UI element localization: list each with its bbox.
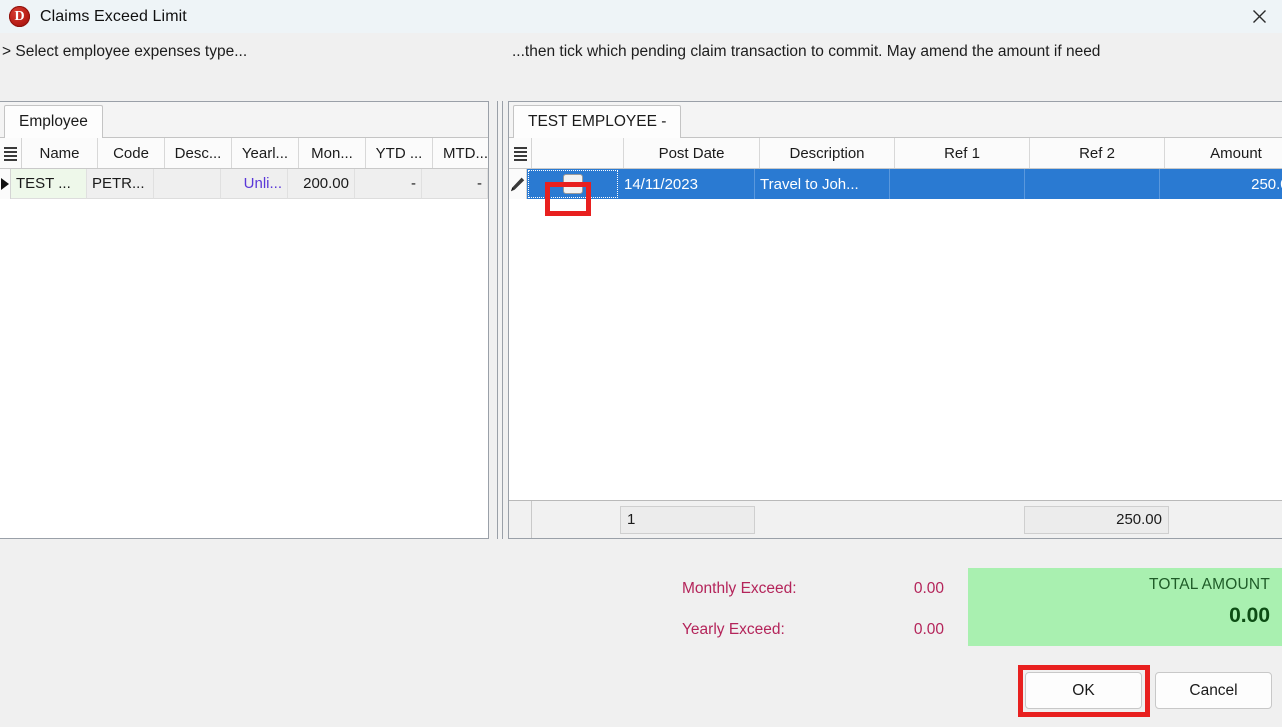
close-icon (1252, 10, 1266, 23)
total-amount-value: 0.00 (1229, 604, 1270, 627)
cell-code[interactable]: PETR... (87, 169, 154, 199)
cell-description[interactable]: Travel to Joh... (755, 169, 890, 199)
window-title: Claims Exceed Limit (40, 7, 187, 25)
cancel-button[interactable]: Cancel (1155, 672, 1272, 709)
cancel-button-label: Cancel (1189, 681, 1238, 699)
column-chooser-icon (4, 146, 17, 161)
table-row[interactable]: 14/11/2023 Travel to Joh... 250.00 (509, 169, 1282, 199)
total-amount-box: TOTAL AMOUNT 0.00 (968, 568, 1282, 646)
column-header-monthly[interactable]: Mon... (299, 138, 366, 168)
cell-yearly-limit[interactable]: Unli... (221, 169, 288, 199)
claims-tabstrip: TEST EMPLOYEE - (509, 102, 1282, 138)
column-header-description[interactable]: Description (760, 138, 895, 168)
row-indicator (0, 169, 11, 199)
title-bar: Claims Exceed Limit (0, 0, 1282, 33)
panel-splitter[interactable] (492, 101, 506, 539)
cell-ytd[interactable]: - (355, 169, 422, 199)
claims-grid: Post Date Description Ref 1 Ref 2 Amount… (509, 138, 1282, 199)
cell-post-date[interactable]: 14/11/2023 (619, 169, 755, 199)
close-window-button[interactable] (1236, 0, 1282, 33)
column-header-name[interactable]: Name (22, 138, 98, 168)
current-row-arrow-icon (1, 178, 9, 190)
table-row[interactable]: TEST ... PETR... Unli... 200.00 - - (0, 169, 488, 199)
total-amount-caption: TOTAL AMOUNT (1149, 576, 1270, 593)
instruction-left-text: > Select employee expenses type... (2, 43, 248, 60)
claims-grid-header: Post Date Description Ref 1 Ref 2 Amount (509, 138, 1282, 169)
column-header-code[interactable]: Code (98, 138, 165, 168)
cell-ref2[interactable] (1025, 169, 1160, 199)
footer-indicator-spacer (509, 501, 532, 538)
commit-checkbox[interactable] (563, 174, 583, 194)
commit-checkbox-cell[interactable] (527, 169, 619, 199)
employee-tabstrip: Employee (0, 102, 488, 138)
ok-button-label: OK (1072, 681, 1095, 699)
yearly-exceed-value: 0.00 (913, 621, 944, 638)
column-header-amount[interactable]: Amount (1165, 138, 1282, 168)
monthly-exceed-value: 0.00 (913, 580, 944, 597)
claims-grid-footer: 1 250.00 (509, 500, 1282, 538)
employee-grid-header: Name Code Desc... Yearl... Mon... YTD ..… (0, 138, 499, 169)
cell-monthly-limit[interactable]: 200.00 (288, 169, 355, 199)
cell-ref1[interactable] (890, 169, 1025, 199)
column-header-check[interactable] (532, 138, 624, 168)
tab-test-employee-label: TEST EMPLOYEE - (528, 113, 667, 130)
grid-menu-icon[interactable] (0, 138, 22, 168)
tab-employee[interactable]: Employee (4, 105, 103, 138)
row-indicator (509, 169, 527, 199)
employee-grid: Name Code Desc... Yearl... Mon... YTD ..… (0, 138, 499, 199)
footer-total-amount: 250.00 (1024, 505, 1169, 534)
tab-employee-label: Employee (19, 113, 88, 130)
tab-test-employee[interactable]: TEST EMPLOYEE - (513, 105, 682, 138)
monthly-exceed-label: Monthly Exceed: (682, 580, 797, 597)
footer-row-count: 1 (620, 505, 755, 534)
cell-desc[interactable] (154, 169, 221, 199)
column-header-post-date[interactable]: Post Date (624, 138, 760, 168)
column-header-ref1[interactable]: Ref 1 (895, 138, 1030, 168)
edit-pencil-icon (511, 177, 525, 191)
column-header-yearly[interactable]: Yearl... (232, 138, 299, 168)
yearly-exceed-label: Yearly Exceed: (682, 621, 785, 638)
ok-button[interactable]: OK (1025, 672, 1142, 709)
employee-panel: Employee Name Code Desc... Yearl... Mon.… (0, 101, 499, 539)
cell-name[interactable]: TEST ... (11, 169, 87, 199)
grid-menu-icon-right[interactable] (509, 138, 532, 168)
cell-mtd[interactable]: - (422, 169, 488, 199)
instruction-strip: > Select employee expenses type... ...th… (0, 33, 1282, 74)
column-header-ref2[interactable]: Ref 2 (1030, 138, 1165, 168)
column-chooser-icon (513, 146, 527, 161)
claims-panel: TEST EMPLOYEE - Post Date Description Re… (508, 101, 1282, 539)
app-logo-d-icon (9, 6, 30, 27)
column-header-desc[interactable]: Desc... (165, 138, 232, 168)
column-header-mtd[interactable]: MTD... (433, 138, 499, 168)
cell-amount[interactable]: 250.00 (1160, 169, 1282, 199)
column-header-ytd[interactable]: YTD ... (366, 138, 433, 168)
instruction-right-text: ...then tick which pending claim transac… (512, 43, 1101, 60)
